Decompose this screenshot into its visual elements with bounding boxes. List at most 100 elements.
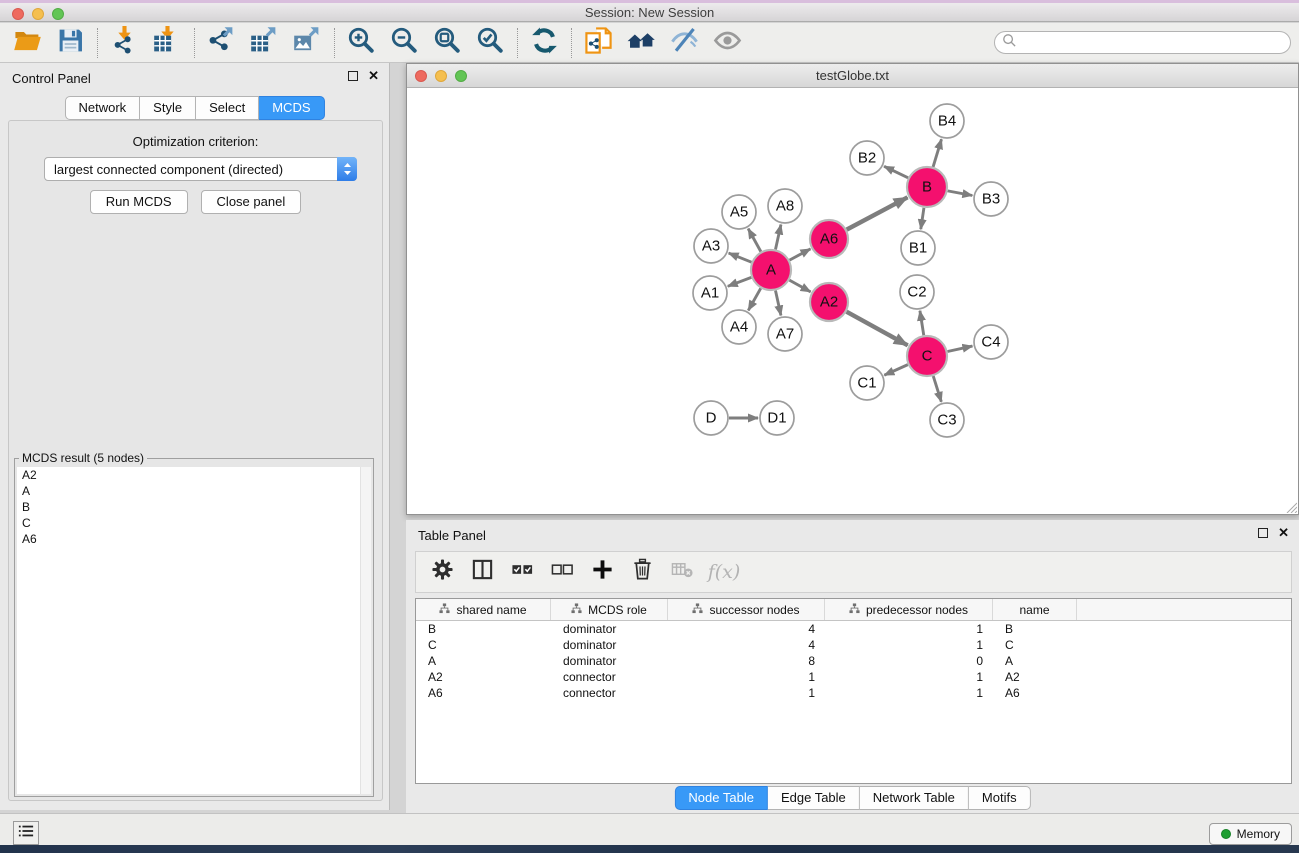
edge-A-A4[interactable] xyxy=(748,288,760,310)
zoom-fit-button[interactable] xyxy=(426,25,469,61)
zoom-out-button[interactable] xyxy=(383,25,426,61)
cell-successor-nodes[interactable]: 1 xyxy=(668,669,825,685)
node-A5[interactable]: A5 xyxy=(722,195,756,229)
save-session-button[interactable] xyxy=(49,25,92,61)
node-B4[interactable]: B4 xyxy=(930,104,964,138)
table-row[interactable]: A2connector11A2 xyxy=(416,669,1291,685)
cell-shared-name[interactable]: B xyxy=(416,621,551,637)
network-canvas[interactable]: AA1A2A3A4A5A6A7A8BB1B2B3B4CC1C2C3C4DD1 xyxy=(407,89,1298,514)
column-header-name[interactable]: name xyxy=(993,599,1077,620)
edge-C-C2[interactable] xyxy=(920,311,924,335)
edge-B-B3[interactable] xyxy=(948,191,973,196)
node-A8[interactable]: A8 xyxy=(768,189,802,223)
mcds-result-item[interactable]: C xyxy=(17,515,371,531)
cell-shared-name[interactable]: C xyxy=(416,637,551,653)
edge-B-B4[interactable] xyxy=(933,139,941,167)
mcds-result-list[interactable]: A2ABCA6 xyxy=(17,467,371,794)
cell-predecessor-nodes[interactable]: 0 xyxy=(825,653,993,669)
export-table-button[interactable] xyxy=(243,25,286,61)
window-resize-grip[interactable] xyxy=(1284,500,1297,513)
node-A1[interactable]: A1 xyxy=(693,276,727,310)
mcds-result-item[interactable]: A2 xyxy=(17,467,371,483)
cell-successor-nodes[interactable]: 8 xyxy=(668,653,825,669)
cell-successor-nodes[interactable]: 4 xyxy=(668,621,825,637)
cell-predecessor-nodes[interactable]: 1 xyxy=(825,685,993,701)
node-A[interactable]: A xyxy=(751,250,791,290)
home-networks-button[interactable] xyxy=(620,25,663,61)
tab-edge-table[interactable]: Edge Table xyxy=(768,786,860,810)
show-columns-button[interactable] xyxy=(469,558,495,586)
cell-name[interactable]: C xyxy=(993,637,1077,653)
cell-mcds-role[interactable]: connector xyxy=(551,685,668,701)
refresh-button[interactable] xyxy=(523,25,566,61)
close-panel-icon[interactable]: ✕ xyxy=(368,70,379,82)
delete-table-button[interactable] xyxy=(669,558,695,586)
column-header-shared-name[interactable]: shared name xyxy=(416,599,551,620)
duplicate-network-button[interactable] xyxy=(577,25,620,61)
node-C3[interactable]: C3 xyxy=(930,403,964,437)
tab-style[interactable]: Style xyxy=(140,96,196,120)
zoom-in-button[interactable] xyxy=(340,25,383,61)
node-C2[interactable]: C2 xyxy=(900,275,934,309)
close-window-button[interactable] xyxy=(12,8,24,20)
node-A4[interactable]: A4 xyxy=(722,310,756,344)
task-history-button[interactable] xyxy=(13,821,39,845)
edge-A6-B[interactable] xyxy=(847,197,908,229)
tab-mcds[interactable]: MCDS xyxy=(259,96,324,120)
node-A3[interactable]: A3 xyxy=(694,229,728,263)
zoom-window-button[interactable] xyxy=(52,8,64,20)
table-row[interactable]: A6connector11A6 xyxy=(416,685,1291,701)
tab-network[interactable]: Network xyxy=(64,96,140,120)
network-graph[interactable]: AA1A2A3A4A5A6A7A8BB1B2B3B4CC1C2C3C4DD1 xyxy=(407,89,1298,514)
cell-mcds-role[interactable]: connector xyxy=(551,669,668,685)
search-input[interactable] xyxy=(1017,34,1290,52)
edge-A2-C[interactable] xyxy=(847,312,908,346)
cell-mcds-role[interactable]: dominator xyxy=(551,637,668,653)
tab-select[interactable]: Select xyxy=(196,96,259,120)
edge-C-C1[interactable] xyxy=(884,365,908,376)
edge-A-A5[interactable] xyxy=(748,229,761,252)
edge-B-B1[interactable] xyxy=(921,208,924,229)
zoom-selected-button[interactable] xyxy=(469,25,512,61)
node-D1[interactable]: D1 xyxy=(760,401,794,435)
float-table-panel-icon[interactable] xyxy=(1258,528,1268,538)
node-B2[interactable]: B2 xyxy=(850,141,884,175)
cell-shared-name[interactable]: A2 xyxy=(416,669,551,685)
search-box[interactable] xyxy=(994,31,1291,54)
edge-A-A3[interactable] xyxy=(729,253,752,262)
cell-predecessor-nodes[interactable]: 1 xyxy=(825,669,993,685)
close-table-panel-icon[interactable]: ✕ xyxy=(1278,527,1289,539)
cell-predecessor-nodes[interactable]: 1 xyxy=(825,621,993,637)
export-image-button[interactable] xyxy=(286,25,329,61)
cell-name[interactable]: A6 xyxy=(993,685,1077,701)
table-row[interactable]: Cdominator41C xyxy=(416,637,1291,653)
tab-motifs[interactable]: Motifs xyxy=(969,786,1031,810)
edge-A-A6[interactable] xyxy=(790,249,811,260)
node-C1[interactable]: C1 xyxy=(850,366,884,400)
mcds-result-item[interactable]: B xyxy=(17,499,371,515)
show-panels-button[interactable] xyxy=(706,25,749,61)
mcds-result-item[interactable]: A6 xyxy=(17,531,371,547)
cell-name[interactable]: A2 xyxy=(993,669,1077,685)
table-row[interactable]: Adominator80A xyxy=(416,653,1291,669)
node-A6[interactable]: A6 xyxy=(810,220,848,258)
cell-shared-name[interactable]: A6 xyxy=(416,685,551,701)
import-table-button[interactable] xyxy=(146,25,189,61)
scrollbar-track[interactable] xyxy=(360,467,371,794)
edge-A-A2[interactable] xyxy=(789,280,810,292)
node-A2[interactable]: A2 xyxy=(810,283,848,321)
memory-button[interactable]: Memory xyxy=(1209,823,1292,845)
cell-shared-name[interactable]: A xyxy=(416,653,551,669)
export-network-button[interactable] xyxy=(200,25,243,61)
edge-B-B2[interactable] xyxy=(884,166,908,178)
edge-C-C3[interactable] xyxy=(933,376,941,402)
close-panel-button[interactable]: Close panel xyxy=(201,190,302,214)
cell-mcds-role[interactable]: dominator xyxy=(551,621,668,637)
column-header-successor-nodes[interactable]: successor nodes xyxy=(668,599,825,620)
add-column-button[interactable] xyxy=(589,558,615,586)
cell-name[interactable]: B xyxy=(993,621,1077,637)
deselect-all-rows-button[interactable] xyxy=(549,558,575,586)
cell-successor-nodes[interactable]: 4 xyxy=(668,637,825,653)
function-builder-button[interactable]: f(x) xyxy=(709,558,735,586)
close-network-window-button[interactable] xyxy=(415,70,427,82)
